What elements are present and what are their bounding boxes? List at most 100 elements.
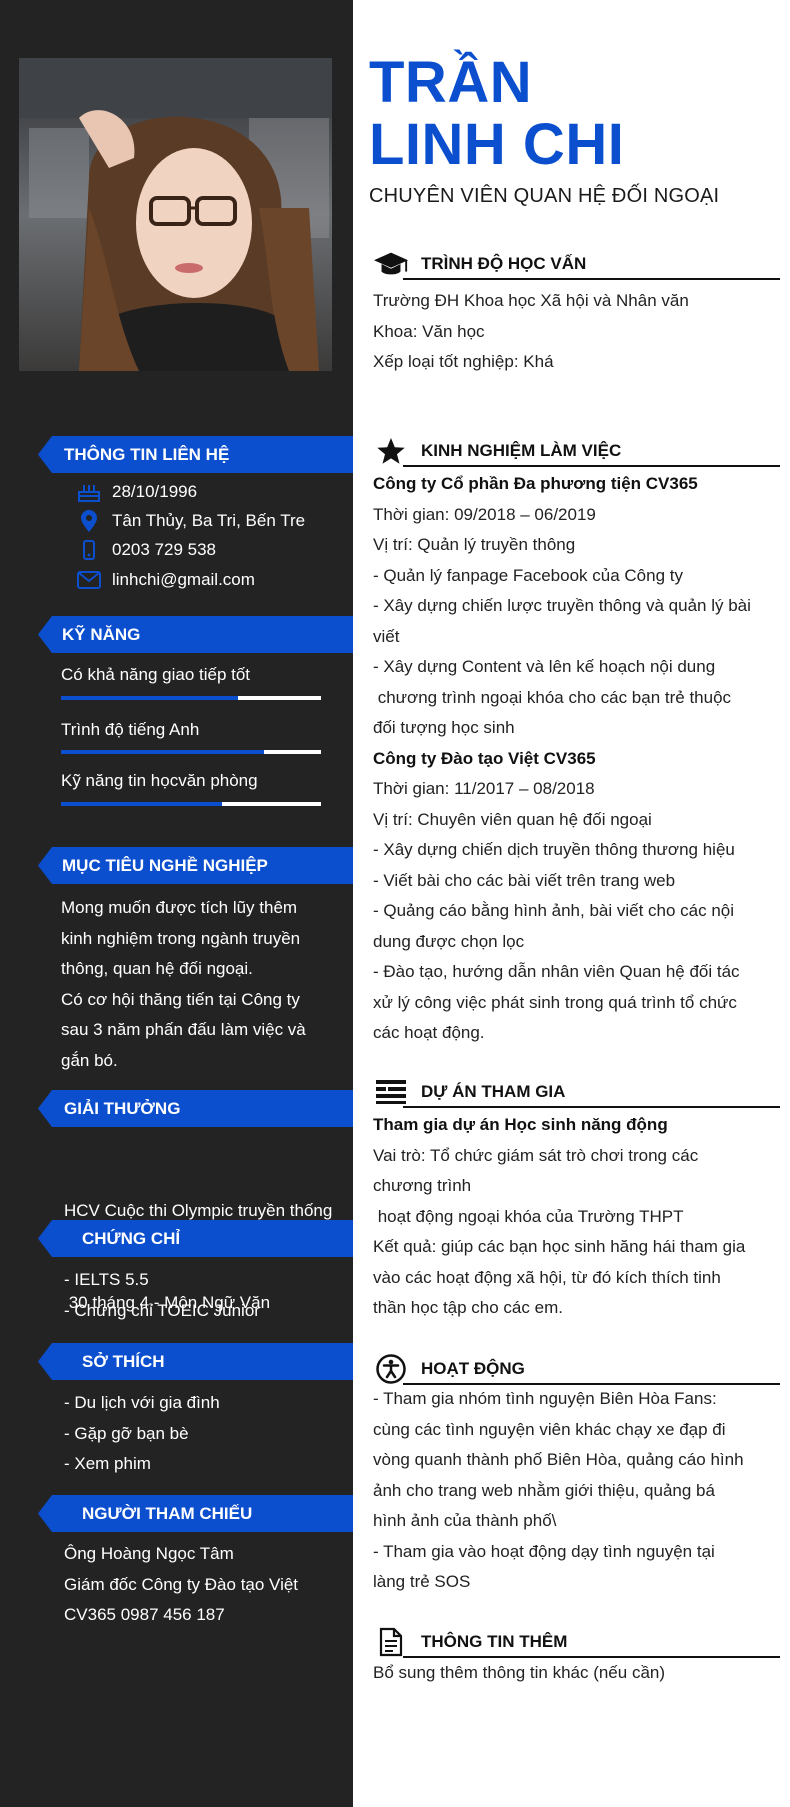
profile-photo <box>19 58 332 371</box>
skill-bar-fill <box>61 802 223 806</box>
hobby-line: - Xem phim <box>64 1454 151 1473</box>
certificates-heading: CHỨNG CHỈ <box>38 1220 353 1257</box>
skill-label: Có khả năng giao tiếp tốt <box>61 665 251 684</box>
objective-line: Mong muốn được tích lũy thêm <box>61 898 298 917</box>
reference-line: Giám đốc Công ty Đào tạo Việt <box>64 1574 299 1594</box>
awards-heading-label: GIẢI THƯỞNG <box>64 1099 181 1118</box>
experience-line: Vị trí: Quản lý truyền thông <box>373 535 576 554</box>
cv-page: THÔNG TIN LIÊN HỆ 28/10/1996 Tân Thủy, B… <box>0 0 790 1807</box>
objective-heading: MỤC TIÊU NGHỀ NGHIỆP <box>38 847 353 884</box>
objective-line: gắn bó. <box>61 1050 118 1070</box>
graduation-cap-icon <box>373 248 409 280</box>
reference-line: Ông Hoàng Ngọc Tâm <box>64 1544 234 1563</box>
project-line: thần học tập cho các em. <box>373 1298 563 1317</box>
objective-line: thông, quan hệ đối ngoại. <box>61 959 253 978</box>
hobbies-heading: SỞ THÍCH <box>38 1343 353 1380</box>
experience-line: đối tượng học sinh <box>373 718 515 737</box>
objective-text: Mong muốn được tích lũy thêm kinh nghiệm… <box>61 893 321 1076</box>
birthday-text: 28/10/1996 <box>112 482 198 501</box>
project-line: vào các hoạt động xã hội, từ đó kích thí… <box>373 1267 721 1287</box>
education-line: Trường ĐH Khoa học Xã hội và Nhân văn <box>373 291 689 310</box>
awards-text: HCV Cuộc thi Olympic truyền thống 30 thá… <box>64 1135 349 1379</box>
references-heading-label: NGƯỜI THAM CHIẾU <box>82 1504 253 1523</box>
address-text: Tân Thủy, Ba Tri, Bến Tre <box>112 511 306 530</box>
section-divider <box>403 278 780 280</box>
skill-bar <box>61 802 321 806</box>
main-content: TRẦN LINH CHI CHUYÊN VIÊN QUAN HỆ ĐỐI NG… <box>353 0 790 1807</box>
hobby-line: - Du lịch với gia đình <box>64 1393 220 1412</box>
email-text[interactable]: linhchi@gmail.com <box>112 570 255 590</box>
additional-title: THÔNG TIN THÊM <box>421 1632 568 1651</box>
skill-bar <box>61 696 321 700</box>
list-icon <box>373 1076 409 1108</box>
additional-text: Bổ sung thêm thông tin khác (nếu cần) <box>373 1658 780 1689</box>
name-line: LINH CHI <box>369 112 625 177</box>
job-title: CHUYÊN VIÊN QUAN HỆ ĐỐI NGOẠI <box>369 185 720 207</box>
experience-title: KINH NGHIỆM LÀM VIỆC <box>421 441 622 460</box>
experience-line: viết <box>373 626 400 646</box>
company-name: Công ty Cổ phần Đa phương tiện CV365 <box>373 474 698 493</box>
skill-label: Kỹ năng tin họcvăn phòng <box>61 771 258 790</box>
objective-line: Có cơ hội thăng tiến tại Công ty <box>61 989 300 1009</box>
activity-line: - Tham gia nhóm tình nguyện Biên Hòa Fan… <box>373 1389 717 1408</box>
additional-heading: THÔNG TIN THÊM <box>373 1626 780 1660</box>
experience-line: Thời gian: 11/2017 – 08/2018 <box>373 779 595 798</box>
contact-email[interactable]: linhchi@gmail.com <box>74 567 255 593</box>
experience-line: - Xây dựng chiến lược truyền thông và qu… <box>373 596 751 615</box>
experience-line: - Đào tạo, hướng dẫn nhân viên Quan hệ đ… <box>373 962 740 981</box>
experience-text: Công ty Cổ phần Đa phương tiện CV365 Thờ… <box>373 469 780 1049</box>
activities-title: HOẠT ĐỘNG <box>421 1359 525 1378</box>
certificate-line: - Chứng chỉ TOEIC Junior <box>64 1300 260 1320</box>
projects-title: DỰ ÁN THAM GIA <box>421 1082 566 1101</box>
skill-bar <box>61 750 321 754</box>
education-text: Trường ĐH Khoa học Xã hội và Nhân văn Kh… <box>373 286 780 378</box>
contact-heading-label: THÔNG TIN LIÊN HỆ <box>64 445 230 464</box>
project-line: hoạt động ngoại khóa của Trường THPT <box>373 1206 684 1226</box>
contact-birthday: 28/10/1996 <box>74 479 197 505</box>
activity-line: hình ảnh của thành phố\ <box>373 1511 557 1530</box>
section-divider <box>403 1106 780 1108</box>
education-heading: TRÌNH ĐỘ HỌC VẤN <box>373 248 780 282</box>
education-line: Khoa: Văn học <box>373 321 485 341</box>
project-line: Vai trò: Tổ chức giám sát trò chơi trong… <box>373 1145 699 1165</box>
objective-line: kinh nghiệm trong ngành truyền <box>61 928 301 948</box>
star-icon <box>373 435 409 467</box>
activities-heading: HOẠT ĐỘNG <box>373 1353 780 1387</box>
experience-line: các hoạt động. <box>373 1023 485 1042</box>
hobby-line: - Gặp gỡ bạn bè <box>64 1423 189 1443</box>
name-line: TRẦN <box>369 50 533 115</box>
activity-line: làng trẻ SOS <box>373 1572 471 1591</box>
contact-address: Tân Thủy, Ba Tri, Bến Tre <box>74 508 305 534</box>
email-icon <box>74 569 104 591</box>
company-name: Công ty Đào tạo Việt CV365 <box>373 748 596 768</box>
project-line: chương trình <box>373 1176 472 1195</box>
projects-heading: DỰ ÁN THAM GIA <box>373 1076 780 1110</box>
activity-line: - Tham gia vào hoạt động dạy tình nguyện… <box>373 1541 715 1561</box>
additional-line: Bổ sung thêm thông tin khác (nếu cần) <box>373 1663 666 1682</box>
experience-heading: KINH NGHIỆM LÀM VIỆC <box>373 435 780 469</box>
activity-line: cùng các tình nguyện viên khác chạy xe đ… <box>373 1419 726 1439</box>
experience-line: - Viết bài cho các bài viết trên trang w… <box>373 870 676 890</box>
experience-line: Thời gian: 09/2018 – 06/2019 <box>373 504 596 524</box>
sidebar: THÔNG TIN LIÊN HỆ 28/10/1996 Tân Thủy, B… <box>0 0 353 1807</box>
experience-line: - Xây dựng Content và lên kế hoạch nội d… <box>373 657 716 676</box>
education-title: TRÌNH ĐỘ HỌC VẤN <box>421 254 587 273</box>
skills-heading-label: KỸ NĂNG <box>62 625 141 644</box>
skill-bar-fill <box>61 696 238 700</box>
accessibility-icon <box>373 1353 409 1385</box>
awards-heading: GIẢI THƯỞNG <box>38 1090 353 1127</box>
certificates-text: - IELTS 5.5 - Chứng chỉ TOEIC Junior <box>64 1265 260 1326</box>
experience-line: Vị trí: Chuyên viên quan hệ đối ngoại <box>373 809 652 829</box>
hobbies-heading-label: SỞ THÍCH <box>82 1352 165 1371</box>
experience-line: dung được chọn lọc <box>373 931 525 951</box>
experience-line: - Xây dựng chiến dịch truyền thông thươn… <box>373 840 735 859</box>
document-icon <box>373 1626 409 1658</box>
phone-text: 0203 729 538 <box>112 540 216 559</box>
contact-phone: 0203 729 538 <box>74 537 216 563</box>
skills-heading: KỸ NĂNG <box>38 616 353 653</box>
reference-line: CV365 0987 456 187 <box>64 1605 225 1624</box>
experience-line: xử lý công việc phát sinh trong quá trìn… <box>373 992 737 1012</box>
skill-bar-fill <box>61 750 264 754</box>
certificate-line: - IELTS 5.5 <box>64 1270 149 1289</box>
project-line: Kết quả: giúp các bạn học sinh hăng hái … <box>373 1237 746 1256</box>
